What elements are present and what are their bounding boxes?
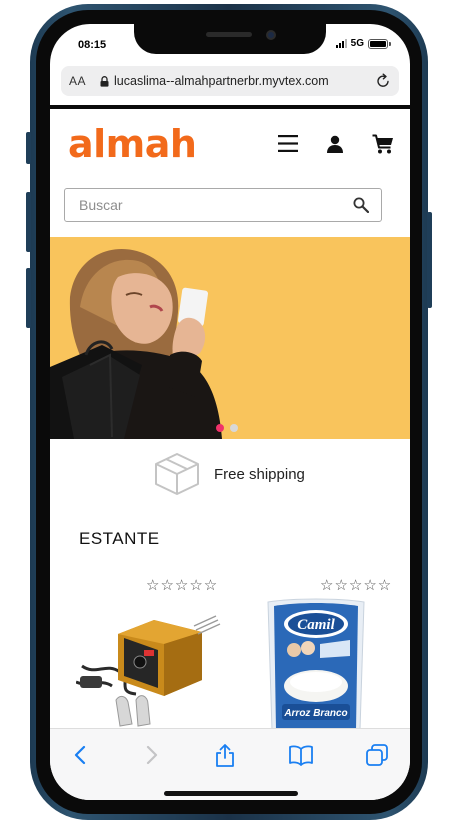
page-top-border [50, 105, 410, 109]
notch [134, 24, 326, 54]
phone-screen: 08:15 5G AA lucaslima--almahpartnerbr.my… [50, 24, 410, 800]
free-shipping-banner: Free shipping [154, 452, 305, 496]
network-label: 5G [350, 38, 364, 49]
front-camera [266, 30, 276, 40]
search-icon[interactable] [353, 197, 369, 213]
product-rating-stars: ☆☆☆☆☆ [146, 577, 219, 594]
carousel-dot[interactable] [216, 424, 224, 432]
cart-icon[interactable] [372, 134, 394, 154]
search-box [64, 188, 382, 222]
url-text[interactable]: lucaslima--almahpartnerbr.myvtex.com [114, 74, 369, 88]
carousel-dot[interactable] [230, 424, 238, 432]
reload-icon[interactable] [375, 73, 391, 89]
free-shipping-label: Free shipping [214, 465, 305, 483]
user-icon[interactable] [326, 135, 344, 153]
shelf-title: ESTANTE [79, 529, 160, 548]
product-image-rice-bag[interactable]: Camil Arroz Branco [264, 598, 368, 730]
bookmarks-icon[interactable] [288, 743, 314, 767]
hero-image [50, 249, 222, 439]
product-image-welding-machine[interactable] [76, 606, 226, 730]
power-button [427, 212, 432, 308]
menu-icon[interactable] [278, 135, 298, 152]
browser-toolbar [50, 728, 410, 800]
lock-icon [100, 75, 109, 87]
status-time: 08:15 [78, 39, 107, 51]
store-logo[interactable]: almah [68, 122, 197, 166]
product-name-text: Arroz Branco [283, 708, 347, 719]
address-bar[interactable]: AA lucaslima--almahpartnerbr.myvtex.com [61, 66, 399, 96]
forward-icon[interactable] [138, 743, 164, 767]
mute-switch [26, 132, 31, 164]
signal-icon [335, 39, 347, 48]
share-icon[interactable] [212, 743, 238, 767]
search-input[interactable] [79, 197, 353, 213]
volume-up-button [26, 192, 31, 252]
box-icon [155, 453, 199, 495]
home-indicator[interactable] [164, 791, 298, 796]
battery-icon [368, 38, 391, 49]
volume-down-button [26, 268, 31, 328]
hero-banner[interactable] [50, 237, 410, 439]
back-icon[interactable] [68, 743, 94, 767]
text-size-button[interactable]: AA [69, 74, 86, 88]
speaker-grille [206, 32, 252, 37]
tabs-icon[interactable] [364, 743, 390, 767]
carousel-dots [216, 424, 238, 432]
status-indicators: 5G [335, 38, 391, 49]
product-brand-text: Camil [297, 617, 335, 633]
product-rating-stars: ☆☆☆☆☆ [320, 577, 393, 594]
